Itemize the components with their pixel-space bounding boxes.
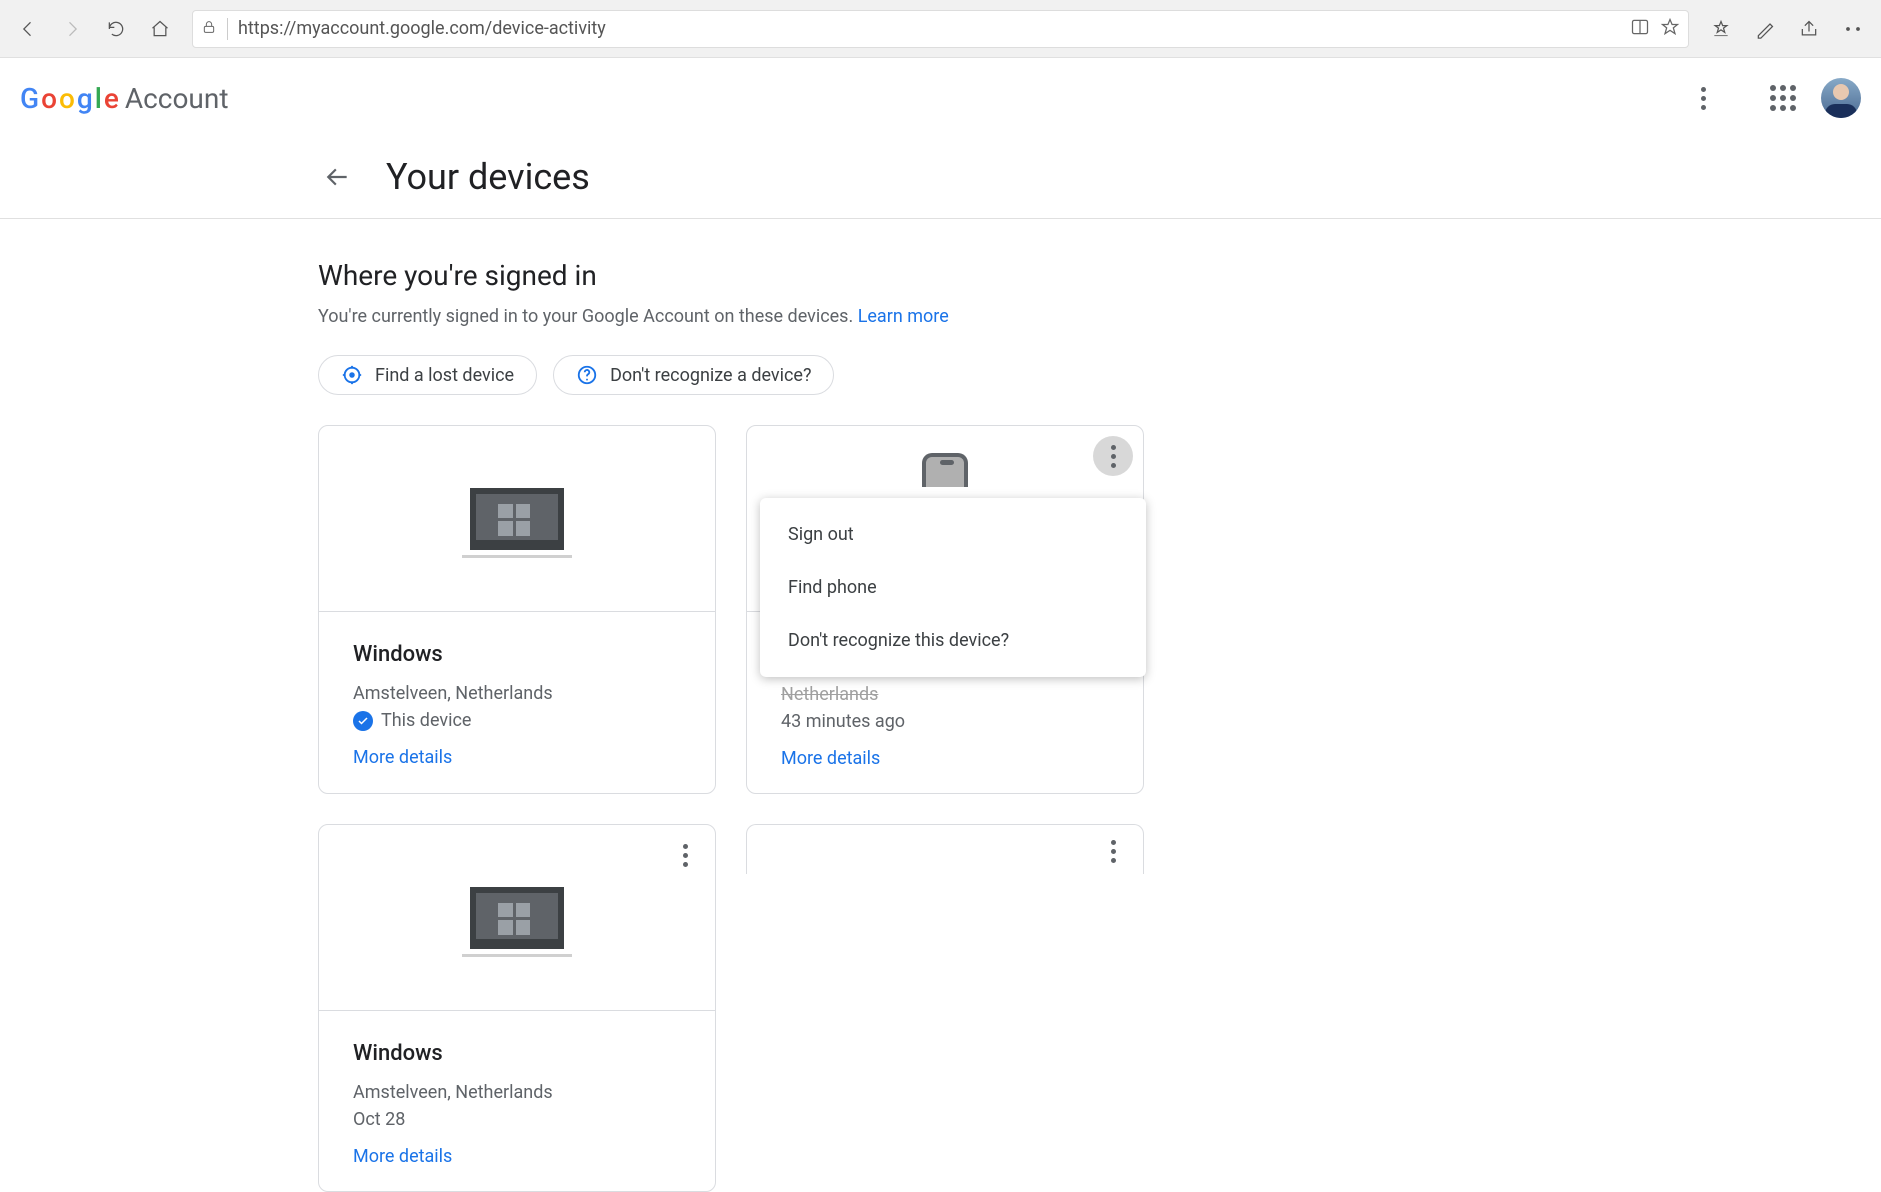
page-title: Your devices (386, 156, 590, 198)
device-name: Windows (353, 642, 681, 667)
device-time: This device (353, 710, 681, 731)
user-avatar[interactable] (1821, 78, 1861, 118)
more-details-link[interactable]: More details (353, 1146, 681, 1167)
favorite-star-icon[interactable] (1660, 17, 1680, 41)
dont-recognize-chip[interactable]: Don't recognize a device? (553, 355, 834, 395)
menu-find-phone[interactable]: Find phone (760, 561, 1146, 614)
forward-icon[interactable] (52, 9, 92, 49)
target-icon (341, 364, 363, 386)
refresh-icon[interactable] (96, 9, 136, 49)
device-time-label: Oct 28 (353, 1109, 405, 1130)
menu-sign-out[interactable]: Sign out (760, 508, 1146, 561)
url-text: https://myaccount.google.com/device-acti… (238, 18, 606, 39)
phone-device-icon (922, 453, 968, 487)
section-subtitle: You're currently signed in to your Googl… (318, 306, 1340, 327)
browser-toolbar: https://myaccount.google.com/device-acti… (0, 0, 1881, 58)
device-location: Netherlands (781, 684, 1109, 705)
subtitle-text: You're currently signed in to your Googl… (318, 306, 858, 327)
device-name: Windows (353, 1041, 681, 1066)
windows-device-icon (470, 887, 564, 949)
device-card-menu-button[interactable] (1093, 831, 1133, 871)
menu-dont-recognize[interactable]: Don't recognize this device? (760, 614, 1146, 667)
back-icon[interactable] (8, 9, 48, 49)
more-details-link[interactable]: More details (781, 748, 1109, 769)
dont-recognize-label: Don't recognize a device? (610, 365, 811, 386)
google-apps-icon[interactable] (1763, 78, 1803, 118)
device-card-menu-button[interactable] (1093, 436, 1133, 476)
device-time-label: This device (381, 710, 471, 731)
lock-icon (201, 19, 217, 39)
device-time: Oct 28 (353, 1109, 681, 1130)
find-lost-device-chip[interactable]: Find a lost device (318, 355, 537, 395)
device-card: Sign out Find phone Don't recognize this… (746, 425, 1144, 794)
windows-device-icon (470, 488, 564, 550)
account-label: Account (125, 82, 229, 115)
favorites-list-icon[interactable] (1701, 9, 1741, 49)
reading-view-icon[interactable] (1630, 17, 1650, 41)
find-device-label: Find a lost device (375, 365, 514, 386)
device-card-menu-button[interactable] (665, 835, 705, 875)
options-menu-icon[interactable] (1683, 78, 1723, 118)
device-card (746, 824, 1144, 874)
page-title-row: Your devices (0, 138, 1881, 218)
more-details-link[interactable]: More details (353, 747, 681, 768)
learn-more-link[interactable]: Learn more (858, 306, 949, 327)
device-card: Windows Amstelveen, Netherlands This dev… (318, 425, 716, 794)
device-time-label: 43 minutes ago (781, 711, 905, 732)
google-account-header: Google Account (0, 58, 1881, 138)
separator (227, 18, 228, 40)
share-icon[interactable] (1789, 9, 1829, 49)
main-content: Where you're signed in You're currently … (0, 219, 1340, 1192)
google-logo[interactable]: Google Account (20, 82, 228, 115)
device-menu-popup: Sign out Find phone Don't recognize this… (760, 498, 1146, 677)
home-icon[interactable] (140, 9, 180, 49)
notes-icon[interactable] (1745, 9, 1785, 49)
question-icon (576, 364, 598, 386)
check-badge-icon (353, 711, 373, 731)
device-location: Amstelveen, Netherlands (353, 683, 681, 704)
back-arrow-icon[interactable] (318, 157, 358, 197)
device-card: Windows Amstelveen, Netherlands Oct 28 M… (318, 824, 716, 1192)
device-location: Amstelveen, Netherlands (353, 1082, 681, 1103)
device-time: 43 minutes ago (781, 711, 1109, 732)
section-title: Where you're signed in (318, 259, 1340, 292)
more-icon[interactable] (1833, 9, 1873, 49)
address-bar[interactable]: https://myaccount.google.com/device-acti… (192, 10, 1689, 48)
